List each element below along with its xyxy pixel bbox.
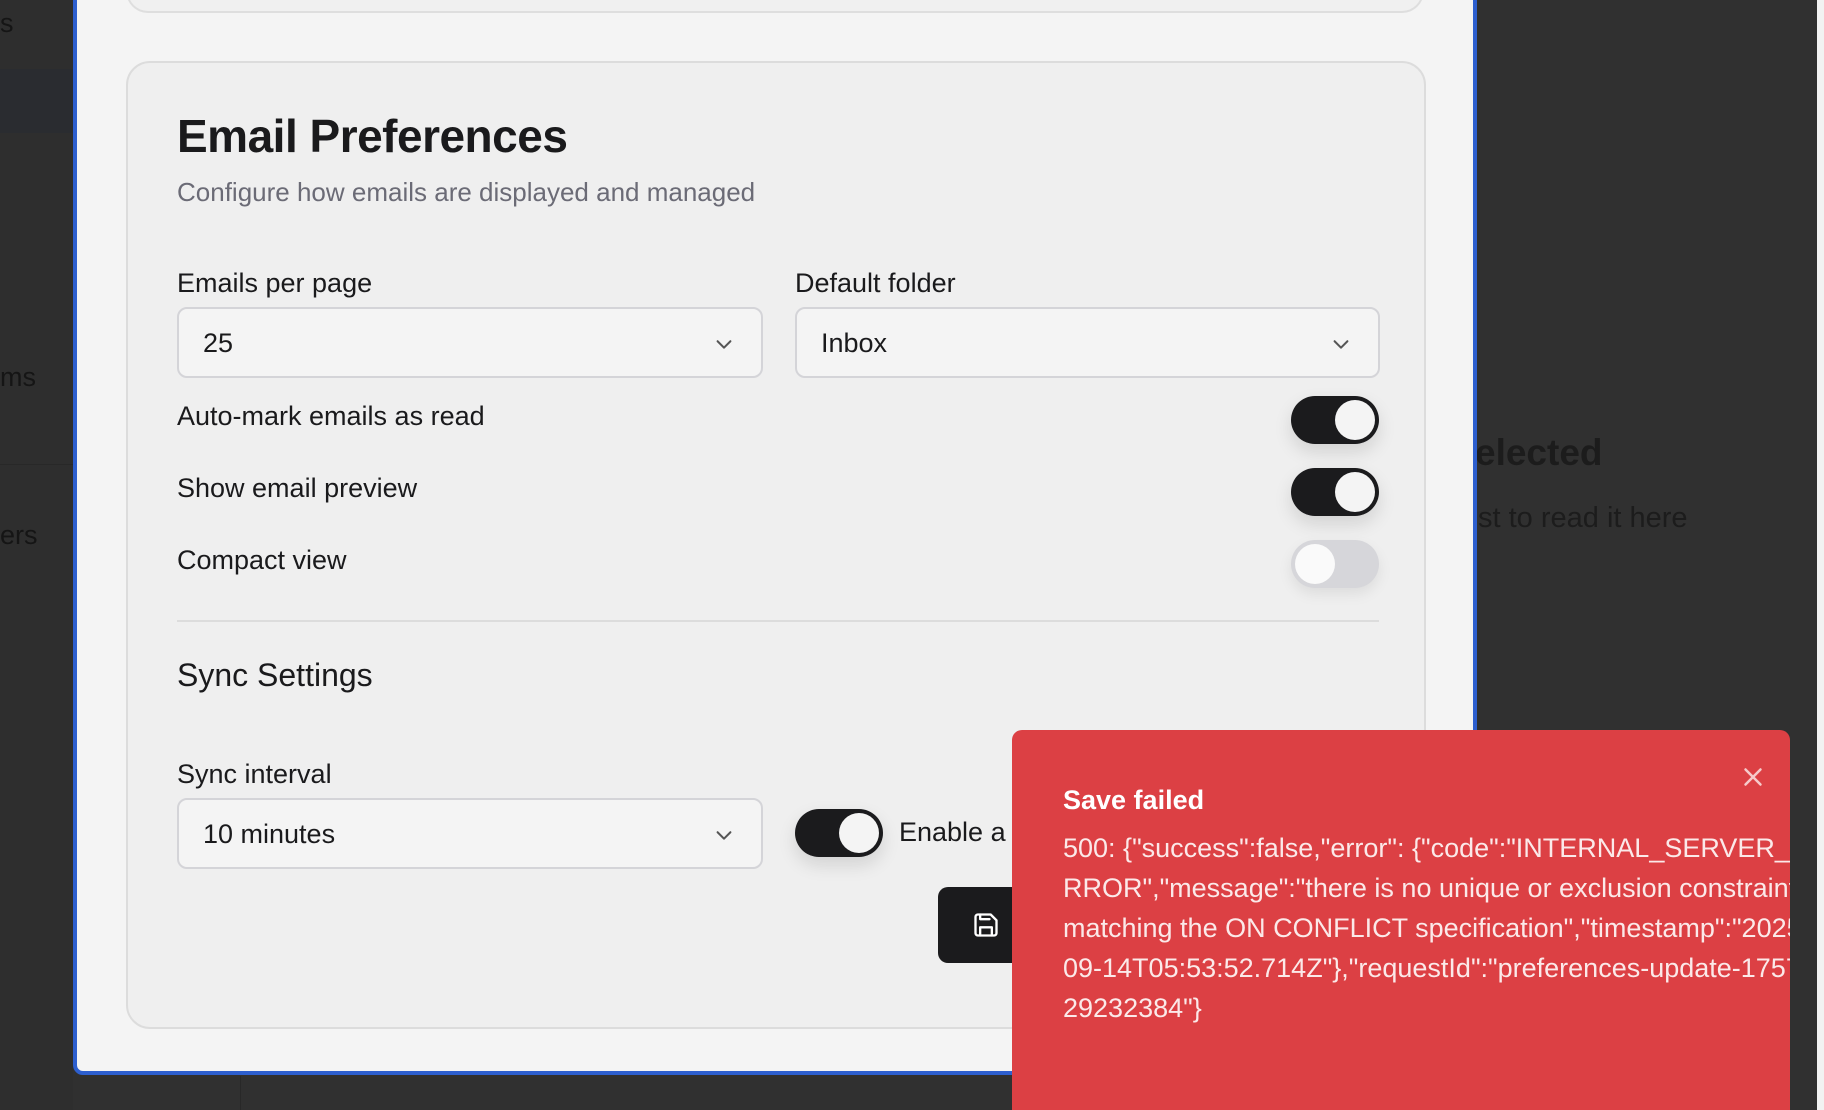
sync-interval-label: Sync interval (177, 759, 332, 789)
sync-interval-value: 10 minutes (203, 819, 336, 849)
close-icon[interactable] (1738, 762, 1768, 792)
sidebar-divider (0, 464, 73, 465)
emails-per-page-select[interactable]: 25 (177, 307, 763, 378)
empty-state-title: elected (1475, 432, 1603, 473)
background-divider (240, 1076, 241, 1110)
default-folder-value: Inbox (821, 328, 888, 358)
previous-settings-card (126, 0, 1424, 13)
toast-title: Save failed (1063, 785, 1205, 815)
show-preview-toggle[interactable] (1291, 468, 1379, 516)
chevron-down-icon (716, 831, 732, 840)
emails-per-page-label: Emails per page (177, 268, 373, 298)
auto-mark-read-toggle[interactable] (1291, 396, 1379, 444)
section-divider (177, 620, 1379, 622)
empty-state-subtitle: st to read it here (1478, 502, 1688, 534)
background-sidebar: s ms ers (0, 0, 73, 1110)
sidebar-item-fragment: s (0, 8, 14, 38)
card-subtitle: Configure how emails are displayed and m… (177, 177, 756, 207)
sidebar-item-fragment: ms (0, 362, 36, 392)
toggle-knob (839, 813, 879, 853)
card-title: Email Preferences (177, 110, 568, 162)
sync-interval-select[interactable]: 10 minutes (177, 798, 763, 869)
show-preview-label: Show email preview (177, 473, 418, 503)
compact-view-label: Compact view (177, 545, 347, 575)
error-toast: Save failed 500: {"success":false,"error… (1012, 730, 1790, 1110)
toggle-knob (1335, 472, 1375, 512)
sync-settings-heading: Sync Settings (177, 657, 373, 693)
auto-sync-toggle[interactable] (795, 809, 883, 857)
default-folder-label: Default folder (795, 268, 956, 298)
window-edge (1817, 0, 1824, 1110)
toggle-knob (1295, 544, 1335, 584)
sidebar-selected-item (0, 69, 73, 133)
chevron-down-icon (1333, 340, 1349, 349)
emails-per-page-value: 25 (203, 328, 234, 358)
toggle-knob (1335, 400, 1375, 440)
sidebar-item-fragment: ers (0, 520, 38, 550)
save-icon (974, 913, 998, 937)
default-folder-select[interactable]: Inbox (795, 307, 1380, 378)
auto-mark-read-label: Auto-mark emails as read (177, 401, 485, 431)
compact-view-toggle[interactable] (1291, 540, 1379, 588)
toast-message: 500: {"success":false,"error": {"code":"… (1063, 833, 1790, 1023)
chevron-down-icon (716, 340, 732, 349)
auto-sync-label: Enable a (899, 817, 1006, 847)
